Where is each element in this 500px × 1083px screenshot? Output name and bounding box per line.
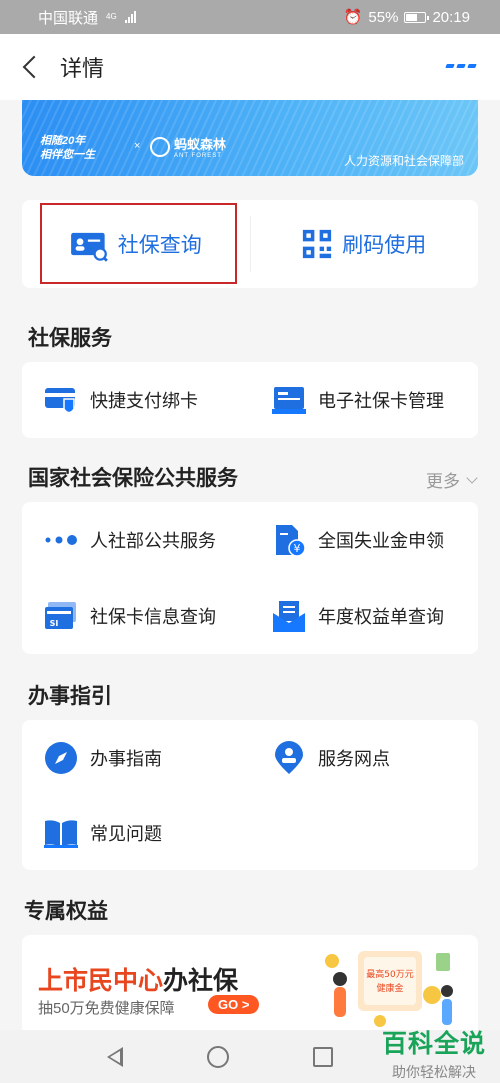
ant-forest-icon xyxy=(150,136,170,157)
guide-card: 办事指南 服务网点 常见问题 xyxy=(22,720,478,870)
e-card-icon xyxy=(272,386,306,414)
banner-separator: × xyxy=(134,140,141,152)
service-label: 年度权益单查询 xyxy=(318,606,444,627)
back-button[interactable] xyxy=(0,34,60,100)
service-label: 社保卡信息查询 xyxy=(90,606,216,627)
service-label: 电子社保卡管理 xyxy=(318,390,444,411)
more-link[interactable]: 更多 xyxy=(426,467,478,492)
service-label: 办事指南 xyxy=(90,748,162,769)
service-outlets-item[interactable]: 服务网点 xyxy=(250,720,478,795)
e-card-manage-item[interactable]: 电子社保卡管理 xyxy=(250,362,478,437)
benefit-promo-card[interactable]: 上市民中心办社保 抽50万免费健康保障 GO > 最高50万元 健康金 xyxy=(22,935,478,1030)
promo-illustration: 最高50万元 健康金 xyxy=(325,951,453,1027)
svg-text:SI: SI xyxy=(50,619,59,628)
location-pin-icon xyxy=(275,740,303,774)
banner-slogan: 相随20年 相伴您一生 xyxy=(40,135,95,161)
section-title-social-security: 社保服务 xyxy=(28,327,112,350)
quick-action-label: 刷码使用 xyxy=(342,234,427,257)
go-button[interactable]: GO > xyxy=(208,995,260,1014)
compass-icon xyxy=(45,741,77,774)
service-label: 常见问题 xyxy=(90,823,162,844)
service-label: 服务网点 xyxy=(318,748,390,769)
nav-home-icon[interactable] xyxy=(207,1045,229,1068)
promo-banner[interactable]: 相随20年 相伴您一生 × 蚂蚁森林 ANT FOREST 人力资源和社会保障部 xyxy=(22,100,478,176)
nav-recent-apps-icon[interactable] xyxy=(313,1046,333,1067)
promo-title: 上市民中心办社保 xyxy=(38,967,239,995)
section-title-guide: 办事指引 xyxy=(28,685,112,708)
signal-icon xyxy=(124,11,136,23)
national-services-card: 人社部公共服务 ¥ 全国失业金申领 SI 社保卡信息查询 年度权益单查询 xyxy=(22,502,478,654)
banner-org: 人力资源和社会保障部 xyxy=(343,154,464,168)
more-options-icon[interactable] xyxy=(445,64,477,68)
service-label: 全国失业金申领 xyxy=(318,530,444,551)
faq-item[interactable]: 常见问题 xyxy=(22,795,250,870)
dots-icon xyxy=(45,534,77,545)
section-title-benefits: 专属权益 xyxy=(24,900,108,923)
yen-document-icon: ¥ xyxy=(276,524,306,557)
nav-back-icon[interactable] xyxy=(107,1046,123,1067)
section-title-national: 国家社会保险公共服务 xyxy=(28,467,238,490)
scan-code-button[interactable]: 刷码使用 xyxy=(251,200,479,288)
carrier-label: 中国联通 xyxy=(38,9,99,27)
battery-percent: 55% xyxy=(368,8,399,26)
alarm-icon: ⏰ xyxy=(343,9,363,26)
back-arrow-icon xyxy=(22,55,46,79)
qr-code-icon xyxy=(303,229,332,259)
chevron-down-icon xyxy=(466,471,478,484)
highlight-box xyxy=(40,203,237,284)
unemployment-benefit-item[interactable]: ¥ 全国失业金申领 xyxy=(250,502,478,577)
envelope-doc-icon xyxy=(273,600,305,632)
page-title: 详情 xyxy=(60,56,105,81)
status-bar: 中国联通 4G ⏰ 55% 20:19 xyxy=(0,0,500,34)
book-icon xyxy=(44,819,78,848)
si-card-query-item[interactable]: SI 社保卡信息查询 xyxy=(22,578,250,653)
bind-card-item[interactable]: 快捷支付绑卡 xyxy=(22,362,250,437)
svg-text:¥: ¥ xyxy=(294,542,301,555)
clock: 20:19 xyxy=(432,8,470,26)
social-security-card: 快捷支付绑卡 电子社保卡管理 xyxy=(22,362,478,438)
service-label: 快捷支付绑卡 xyxy=(90,390,198,411)
card-shield-icon xyxy=(45,387,75,413)
service-guide-item[interactable]: 办事指南 xyxy=(22,720,250,795)
si-card-icon: SI xyxy=(45,601,76,629)
battery-icon xyxy=(404,11,430,23)
ant-forest-logo: 蚂蚁森林 ANT FOREST xyxy=(150,134,226,159)
network-type: 4G xyxy=(106,12,117,21)
app-header: 详情 xyxy=(0,34,500,100)
watermark: 百科全说 助你轻松解决 xyxy=(381,1030,486,1080)
svg-text:健康金: 健康金 xyxy=(376,982,403,994)
mohrss-public-service-item[interactable]: 人社部公共服务 xyxy=(22,502,250,577)
promo-subtitle: 抽50万免费健康保障 xyxy=(38,1000,175,1017)
annual-statement-item[interactable]: 年度权益单查询 xyxy=(250,578,478,653)
service-label: 人社部公共服务 xyxy=(90,530,216,551)
svg-text:最高50万元: 最高50万元 xyxy=(366,968,413,980)
